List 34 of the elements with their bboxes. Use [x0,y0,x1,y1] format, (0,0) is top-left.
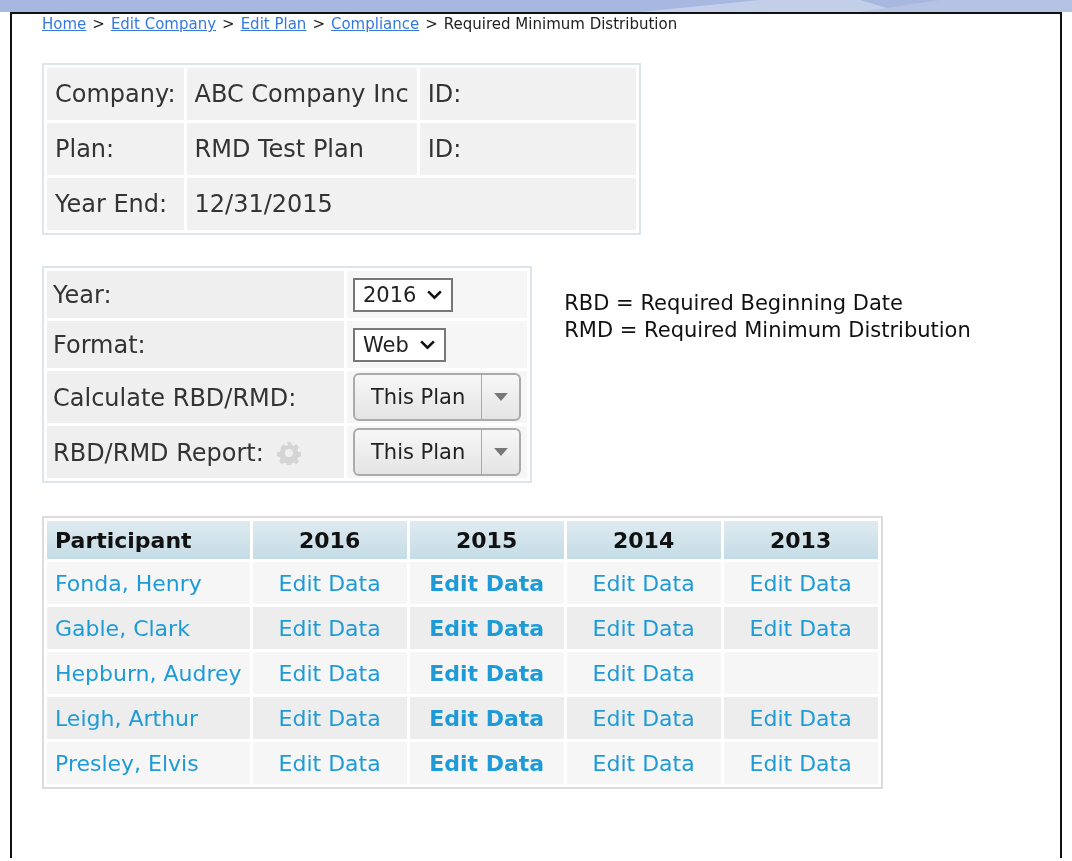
info-label: Plan: [47,123,184,175]
breadcrumb-separator: > [92,15,105,33]
column-header: 2013 [723,521,878,559]
setting-label: Calculate RBD/RMD: [53,383,297,412]
caret-icon [493,393,508,401]
info-value: 12/31/2015 [186,178,636,230]
breadcrumb-separator: > [222,15,235,33]
column-header: 2014 [566,521,721,559]
column-header: Participant [47,521,250,559]
chevron-down-icon [418,339,436,350]
breadcrumb-separator: > [425,15,438,33]
legend-text: RMD = Required Minimum Distribution [564,317,971,345]
setting-label: Year: [53,281,112,309]
breadcrumb-link[interactable]: Home [42,15,87,33]
info-value: ABC Company Inc [186,68,417,120]
legend-text: RBD = Required Beginning Date [564,290,904,317]
breadcrumb-current: Required Minimum Distribution [443,15,678,33]
column-header: 2015 [409,521,564,559]
info-label: Year End: [47,178,184,230]
id-label: ID: [419,68,636,120]
dropdown-select[interactable]: 2016 [353,277,454,312]
column-header: 2016 [252,521,407,559]
info-value: RMD Test Plan [186,123,417,175]
breadcrumb-separator: > [312,15,325,33]
info-label: Company: [47,68,184,120]
breadcrumb-link[interactable]: Edit Company [110,15,217,33]
breadcrumb-link[interactable]: Edit Plan [240,15,307,33]
setting-label: Format: [53,331,146,359]
setting-label: RBD/RMD Report: [53,438,264,467]
caret-icon [493,448,508,456]
dropdown-select[interactable]: Web [353,327,446,362]
breadcrumb-link[interactable]: Compliance [330,15,420,33]
chevron-down-icon [426,289,444,300]
id-label: ID: [419,123,636,175]
